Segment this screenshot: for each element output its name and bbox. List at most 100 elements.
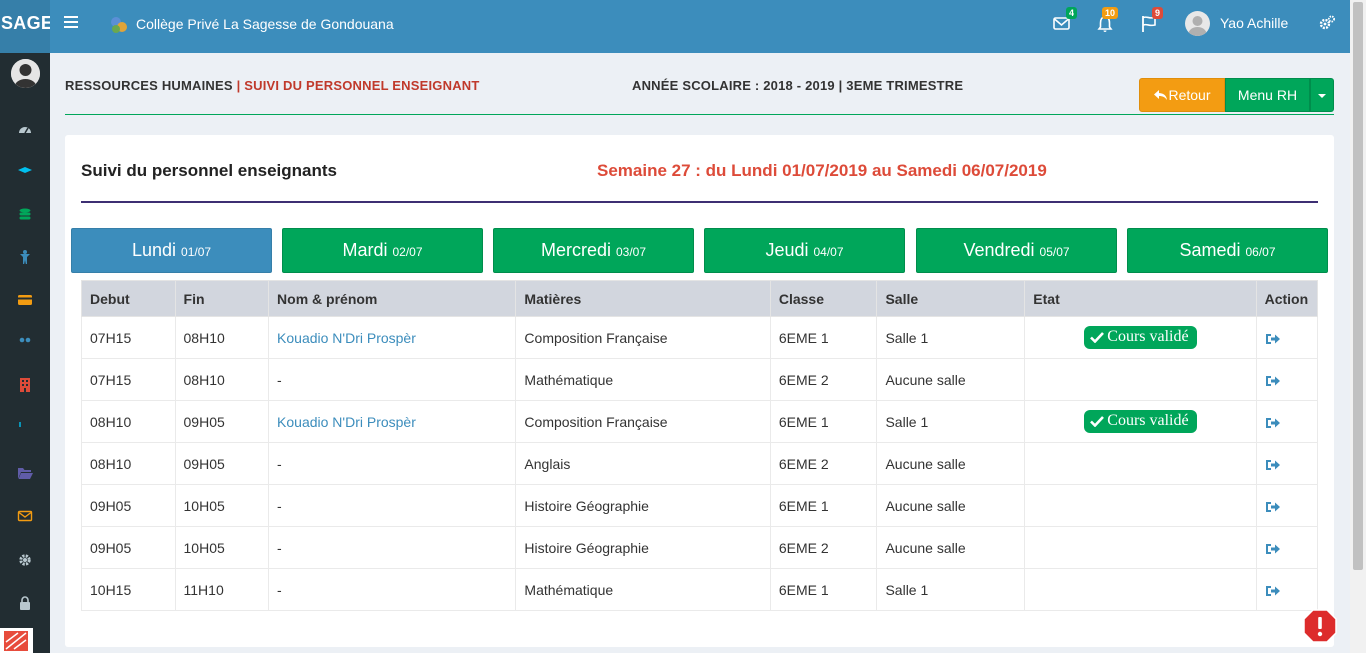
cell-debut: 09H05: [81, 484, 176, 527]
cell-nom: -: [268, 526, 517, 569]
sidebar: [0, 53, 50, 653]
building-icon[interactable]: [17, 377, 33, 393]
teacher-tracking-panel: Suivi du personnel enseignants Semaine 2…: [65, 135, 1334, 647]
tab-day-vendredi[interactable]: Vendredi 05/07: [916, 228, 1117, 273]
school-year-label: ANNÉE SCOLAIRE : 2018 - 2019 | 3EME TRIM…: [632, 78, 964, 93]
cell-matiere: Composition Française: [515, 316, 771, 359]
day-tab-name: Vendredi: [963, 240, 1035, 260]
status-badge-label: Cours validé: [1107, 412, 1189, 429]
cell-fin: 08H10: [174, 316, 270, 359]
cell-classe: 6EME 1: [769, 316, 878, 359]
database-icon[interactable]: [17, 207, 33, 223]
table-row: 09H05 10H05- Histoire Géographie 6EME 2 Aucu…: [81, 526, 1319, 569]
user-avatar[interactable]: [1185, 11, 1210, 36]
sign-out-icon[interactable]: [1265, 458, 1281, 472]
cell-matiere: Anglais: [515, 442, 771, 485]
table-row: 08H10 09H05- Anglais 6EME 2 Aucune salle: [81, 442, 1319, 485]
day-tab-name: Mardi: [342, 240, 388, 260]
gear-icon[interactable]: [17, 552, 33, 568]
cell-debut: 10H15: [81, 568, 176, 611]
sidebar-user-avatar[interactable]: [11, 59, 40, 88]
table-row: 09H05 10H05- Histoire Géographie 6EME 1 Aucu…: [81, 484, 1319, 527]
cell-action: [1255, 316, 1319, 359]
cell-nom: -: [268, 568, 517, 611]
sign-out-icon[interactable]: [1265, 374, 1281, 388]
school-name: Collège Privé La Sagesse de Gondouana: [136, 16, 394, 32]
status-badge-label: Cours validé: [1107, 328, 1189, 345]
cell-etat: [1024, 526, 1257, 569]
cell-fin: 11H10: [174, 568, 270, 611]
tab-day-jeudi[interactable]: Jeudi 04/07: [704, 228, 905, 273]
menu-rh-button[interactable]: Menu RH: [1225, 78, 1310, 112]
folder-open-icon[interactable]: [17, 465, 33, 481]
cutlery-icon[interactable]: [17, 421, 33, 437]
sidebar-toggle-icon[interactable]: [64, 16, 78, 28]
sign-out-icon[interactable]: [1265, 332, 1281, 346]
breadcrumb-section: RESSOURCES HUMAINES: [65, 78, 233, 93]
user-name[interactable]: Yao Achille: [1220, 15, 1288, 31]
cell-nom: Kouadio N'Dri Prospèr: [268, 316, 517, 359]
users-icon[interactable]: [17, 335, 33, 351]
column-header: Etat: [1024, 280, 1257, 317]
tab-day-samedi[interactable]: Samedi 06/07: [1127, 228, 1328, 273]
brand-logo[interactable]: SAGE: [0, 0, 50, 53]
cell-action: [1255, 400, 1319, 443]
alert-octagon-icon[interactable]: [1303, 609, 1337, 643]
cell-etat: [1024, 484, 1257, 527]
graduation-cap-icon[interactable]: [17, 163, 33, 179]
cell-salle: Salle 1: [876, 316, 1026, 359]
school-logo-icon: [111, 17, 127, 33]
sign-out-icon[interactable]: [1265, 500, 1281, 514]
column-header: Fin: [174, 280, 270, 317]
sidebar-footer-logo: [0, 628, 33, 653]
cell-matiere: Composition Française: [515, 400, 771, 443]
credit-card-icon[interactable]: [17, 292, 33, 308]
table-row: 07H15 08H10- Mathématique 6EME 2 Aucune sall…: [81, 358, 1319, 401]
teacher-link[interactable]: Kouadio N'Dri Prospèr: [277, 330, 416, 346]
cell-debut: 08H10: [81, 442, 176, 485]
cell-fin: 09H05: [174, 400, 270, 443]
day-tab-date: 05/07: [1039, 245, 1070, 259]
status-badge: Cours validé: [1084, 326, 1197, 349]
breadcrumb-separator: |: [232, 78, 245, 93]
page-scrollbar[interactable]: [1350, 0, 1366, 653]
tab-day-mardi[interactable]: Mardi 02/07: [282, 228, 483, 273]
week-range-title: Semaine 27 : du Lundi 01/07/2019 au Same…: [597, 161, 1047, 180]
column-header: Salle: [876, 280, 1026, 317]
cell-matiere: Mathématique: [515, 358, 771, 401]
tab-day-lundi[interactable]: Lundi 01/07: [71, 228, 272, 273]
menu-rh-dropdown-toggle[interactable]: [1310, 78, 1334, 112]
messages-badge: 4: [1066, 7, 1078, 19]
cell-salle: Aucune salle: [876, 442, 1026, 485]
tab-day-mercredi[interactable]: Mercredi 03/07: [493, 228, 694, 273]
cell-etat: [1024, 358, 1257, 401]
cell-matiere: Histoire Géographie: [515, 526, 771, 569]
child-icon[interactable]: [17, 249, 33, 265]
day-tab-name: Mercredi: [540, 240, 611, 260]
day-tab-date: 04/07: [813, 245, 844, 259]
dashboard-icon[interactable]: [17, 121, 33, 137]
cell-etat: [1024, 568, 1257, 611]
lock-icon[interactable]: [17, 595, 33, 611]
cell-action: [1255, 442, 1319, 485]
notifications-badge: 10: [1102, 7, 1119, 19]
cell-action: [1255, 484, 1319, 527]
envelope-icon[interactable]: [17, 508, 33, 524]
cell-salle: Aucune salle: [876, 484, 1026, 527]
gears-icon[interactable]: [1318, 14, 1336, 32]
table-row: 08H10 09H05 Kouadio N'Dri Prospèr Compositi…: [81, 400, 1319, 443]
retour-button[interactable]: Retour: [1139, 78, 1225, 112]
cell-etat: Cours validé: [1024, 316, 1257, 359]
cell-classe: 6EME 1: [769, 568, 878, 611]
day-tab-name: Lundi: [131, 240, 176, 260]
sign-out-icon[interactable]: [1265, 416, 1281, 430]
teacher-link[interactable]: Kouadio N'Dri Prospèr: [277, 414, 416, 430]
scrollbar-thumb[interactable]: [1353, 2, 1363, 570]
sign-out-icon[interactable]: [1265, 584, 1281, 598]
header-divider: [65, 114, 1334, 115]
panel-divider: [81, 201, 1318, 203]
sign-out-icon[interactable]: [1265, 542, 1281, 556]
status-badge: Cours validé: [1084, 410, 1197, 433]
reply-icon: [1154, 90, 1168, 100]
cell-matiere: Mathématique: [515, 568, 771, 611]
